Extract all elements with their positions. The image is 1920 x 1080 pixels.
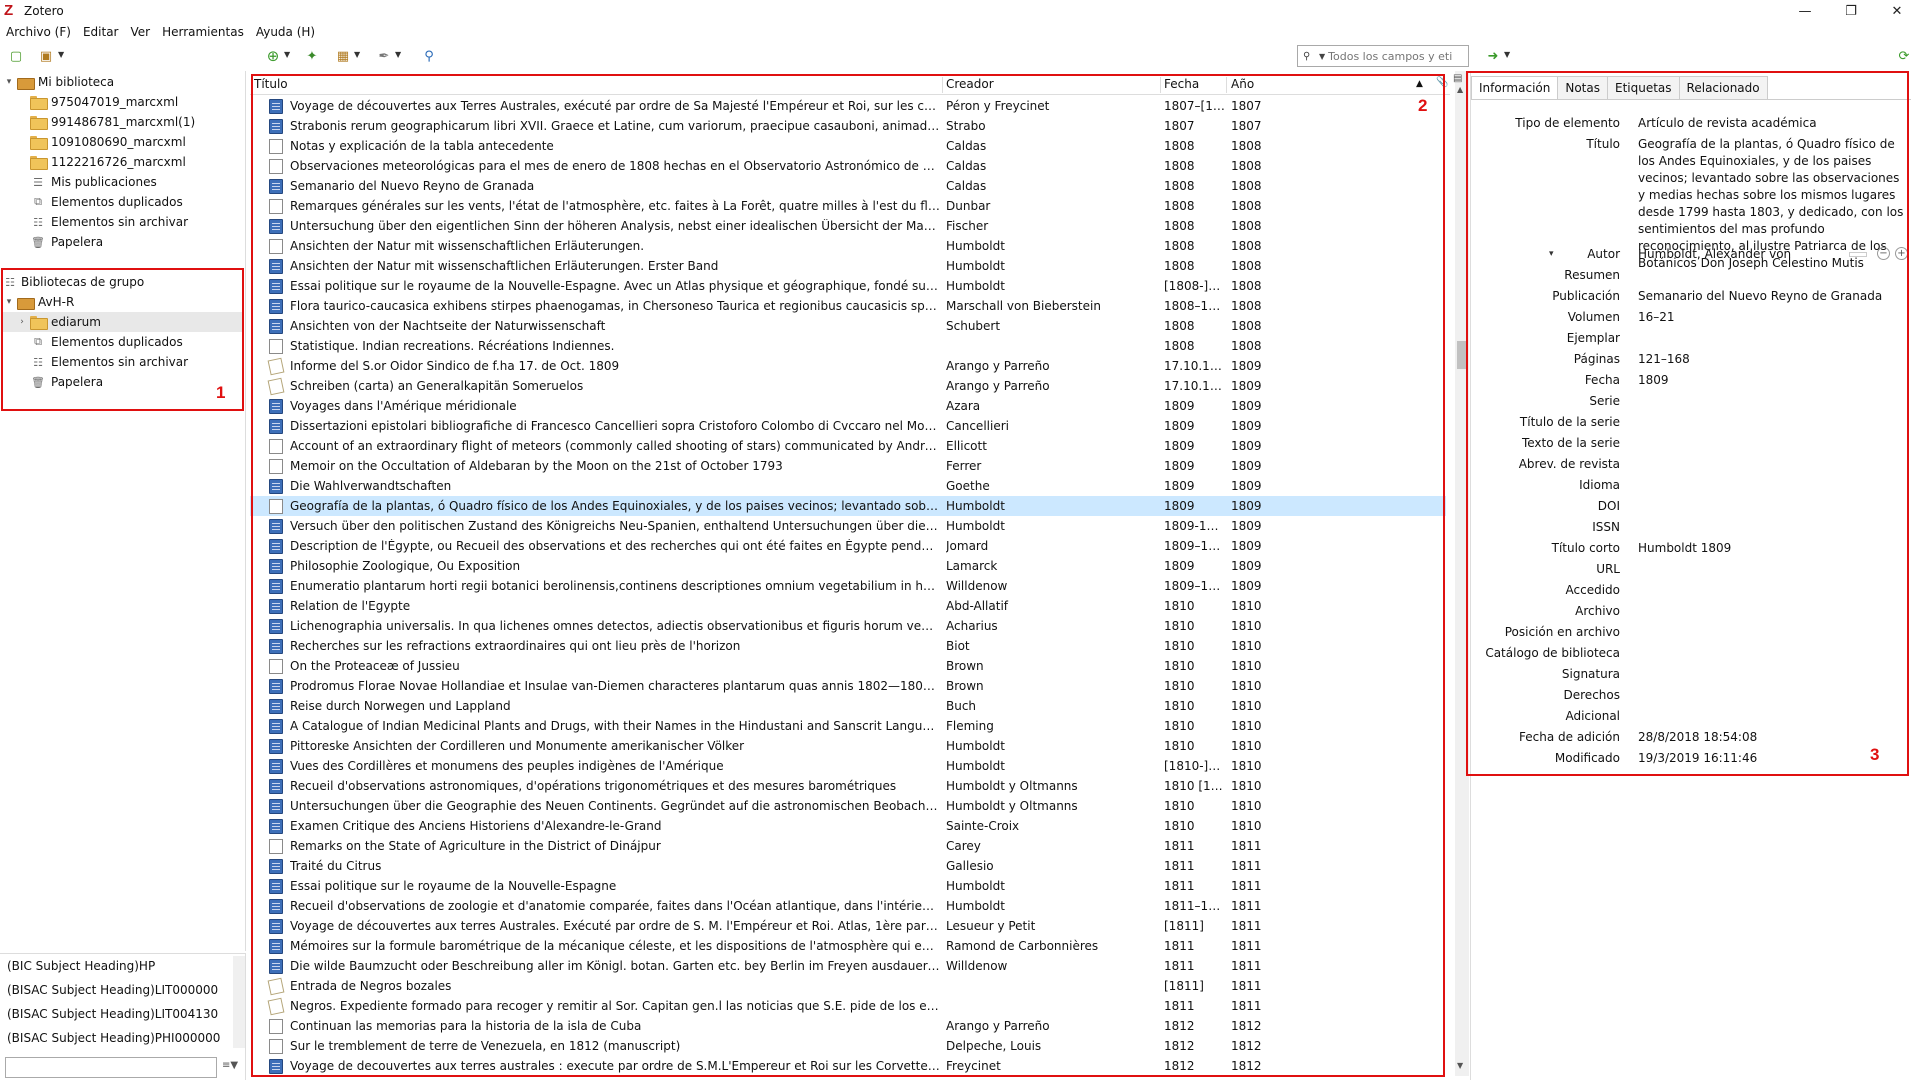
menu-editar[interactable]: Editar [83, 25, 119, 39]
duplicates-icon: ⧉ [34, 195, 42, 208]
minimize-icon[interactable]: — [1782, 0, 1828, 22]
new-collection-icon[interactable]: ▢ [7, 48, 25, 64]
collection-item[interactable]: 1091080690_marcxml [17, 132, 186, 152]
tag-actions-icon[interactable]: ≡▼ [222, 1060, 238, 1071]
window-title: Zotero [24, 4, 64, 18]
collection-item[interactable]: 1122216726_marcxml [17, 152, 186, 172]
chevron-down-icon[interactable]: ▼ [284, 50, 290, 59]
tag-item[interactable]: (BISAC Subject Heading)PHI000000 [7, 1031, 220, 1045]
publications-icon: ☰ [33, 175, 43, 189]
annotation-box-1 [1, 268, 244, 411]
chevron-down-icon[interactable]: ▼ [1319, 52, 1325, 61]
annotation-label-2: 2 [1418, 96, 1428, 115]
chevron-down-icon[interactable]: ▼ [1504, 50, 1510, 59]
search-icon: ⚲ [1303, 50, 1311, 62]
new-note-icon[interactable]: ▦ [334, 48, 352, 64]
menu-herramientas[interactable]: Herramientas [162, 25, 244, 39]
folder-icon [30, 156, 48, 170]
collection-item[interactable]: 991486781_marcxml(1) [17, 112, 195, 132]
toolbar: ▢ ▣ ▼ ⊕ ▼ ✦ ▦ ▼ ✒ ▼ ⚲ ➜ ▼ ⟳ [0, 44, 1920, 70]
tag-filter-input[interactable] [5, 1057, 217, 1078]
collections-pane: ▾ Mi biblioteca 975047019_marcxml 991486… [0, 71, 246, 951]
annotation-box-3 [1466, 71, 1909, 776]
trash-row[interactable]: 🗑 Papelera [17, 232, 103, 252]
chevron-down-icon[interactable]: ▼ [395, 50, 401, 59]
unfiled-row[interactable]: ☷ Elementos sin archivar [17, 212, 188, 232]
column-picker-icon[interactable]: ▤ [1453, 73, 1462, 84]
new-item-icon[interactable]: ⊕ [264, 47, 282, 65]
annotation-box-2 [251, 74, 1445, 1077]
tag-item[interactable]: (BISAC Subject Heading)LIT004130 [7, 1007, 218, 1021]
duplicates-row[interactable]: ⧉ Elementos duplicados [17, 192, 183, 212]
menu-archivo[interactable]: Archivo (F) [6, 25, 71, 39]
collection-item[interactable]: 975047019_marcxml [17, 92, 178, 112]
locate-icon[interactable]: ➜ [1484, 48, 1502, 64]
search-input[interactable] [1328, 49, 1464, 63]
library-icon [17, 76, 35, 90]
sync-icon[interactable]: ⟳ [1895, 48, 1913, 64]
search-box[interactable]: ⚲ ▼ [1297, 45, 1469, 67]
scroll-up-icon[interactable]: ▲ [1457, 85, 1463, 94]
title-bar: Z Zotero — ❐ ✕ [0, 0, 1920, 22]
annotation-label-1: 1 [216, 383, 226, 402]
chevron-down-icon[interactable]: ▼ [354, 50, 360, 59]
trash-icon: 🗑 [31, 235, 45, 249]
tag-item[interactable]: (BIC Subject Heading)HP [7, 959, 155, 973]
tag-scrollbar[interactable] [233, 956, 245, 1048]
menu-ayuda[interactable]: Ayuda (H) [256, 25, 315, 39]
close-icon[interactable]: ✕ [1874, 0, 1920, 22]
add-attachment-icon[interactable]: ✒ [375, 48, 393, 64]
tag-selector: (BIC Subject Heading)HP (BISAC Subject H… [0, 953, 246, 1080]
new-library-icon[interactable]: ▣ [37, 48, 55, 64]
menu-bar: Archivo (F) Editar Ver Herramientas Ayud… [0, 22, 327, 42]
folder-icon [30, 136, 48, 150]
unfiled-icon: ☷ [33, 215, 43, 229]
folder-icon [30, 96, 48, 110]
chevron-down-icon[interactable]: ▼ [58, 50, 64, 59]
add-by-identifier-icon[interactable]: ✦ [303, 48, 321, 64]
my-publications-row[interactable]: ☰ Mis publicaciones [17, 172, 157, 192]
my-library-row[interactable]: ▾ Mi biblioteca [4, 72, 114, 92]
zotero-logo-icon: Z [4, 2, 14, 19]
restore-icon[interactable]: ❐ [1828, 0, 1874, 22]
advanced-search-icon[interactable]: ⚲ [420, 48, 438, 64]
tag-item[interactable]: (BISAC Subject Heading)LIT000000 [7, 983, 218, 997]
menu-ver[interactable]: Ver [130, 25, 150, 39]
folder-icon [30, 116, 48, 130]
scroll-down-icon[interactable]: ▼ [1457, 1061, 1463, 1070]
chevron-down-icon[interactable]: ▾ [4, 77, 14, 87]
annotation-label-3: 3 [1870, 745, 1880, 764]
window-controls: — ❐ ✕ [1782, 0, 1920, 22]
